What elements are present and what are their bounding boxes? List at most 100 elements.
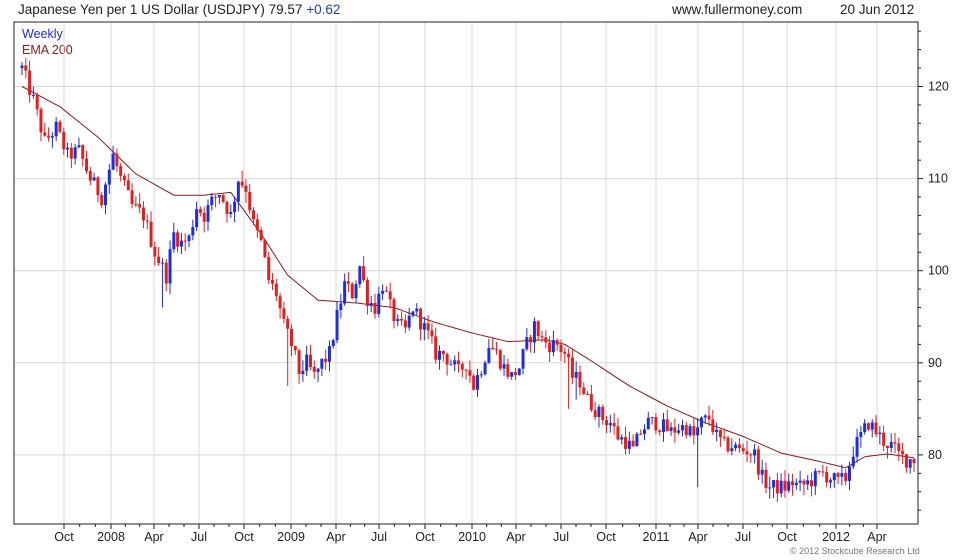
candle-body bbox=[643, 429, 647, 434]
candle-body bbox=[358, 266, 362, 285]
candle-body bbox=[593, 410, 597, 418]
candle-body bbox=[115, 153, 119, 167]
candle-body bbox=[840, 473, 844, 477]
candle-body bbox=[164, 262, 168, 284]
y-tick-label: 80 bbox=[928, 448, 942, 462]
candle-body bbox=[586, 393, 590, 395]
candle-body bbox=[779, 480, 783, 494]
x-tick-label: 2011 bbox=[643, 530, 670, 544]
candle-body bbox=[28, 70, 32, 95]
candle-body bbox=[620, 437, 624, 440]
candle-body bbox=[525, 337, 529, 350]
candle-body bbox=[616, 426, 620, 440]
candle-body bbox=[343, 281, 347, 304]
candle-body bbox=[601, 406, 605, 421]
candle-body bbox=[810, 480, 814, 487]
x-tick-label: Oct bbox=[596, 530, 616, 544]
candle-body bbox=[403, 320, 407, 328]
candle-body bbox=[904, 454, 908, 468]
plot-frame bbox=[13, 21, 919, 525]
candle-body bbox=[487, 347, 491, 363]
candle-body bbox=[692, 426, 696, 436]
candle-body bbox=[244, 185, 248, 192]
candle-body bbox=[316, 368, 320, 372]
candle-body bbox=[548, 342, 552, 353]
candle-body bbox=[47, 135, 51, 138]
candle-body bbox=[415, 308, 419, 312]
candle-body bbox=[85, 158, 89, 172]
candle-body bbox=[426, 323, 430, 331]
candle-body bbox=[696, 427, 700, 436]
candle-body bbox=[627, 440, 631, 449]
candle-body bbox=[267, 257, 271, 281]
candle-body bbox=[445, 354, 449, 365]
candle-body bbox=[874, 422, 878, 435]
candle-body bbox=[513, 372, 517, 376]
candle-body bbox=[320, 358, 324, 369]
candle-body bbox=[92, 177, 96, 181]
candle-body bbox=[248, 191, 252, 211]
x-tick-label: Apr bbox=[144, 530, 163, 544]
candle-body bbox=[183, 240, 187, 242]
candle-body bbox=[570, 357, 574, 378]
gridlines bbox=[14, 22, 918, 524]
candle-body bbox=[31, 94, 35, 96]
candle-body bbox=[369, 302, 373, 306]
candle-body bbox=[555, 340, 559, 345]
x-tick-label: Jul bbox=[735, 530, 751, 544]
candle-body bbox=[411, 311, 415, 316]
candle-body bbox=[753, 449, 757, 456]
candle-body bbox=[157, 256, 161, 264]
candle-body bbox=[912, 459, 916, 464]
candle-body bbox=[126, 180, 130, 191]
candle-body bbox=[396, 318, 400, 322]
candle-body bbox=[783, 480, 787, 491]
candle-body bbox=[202, 212, 206, 222]
candle-body bbox=[217, 194, 221, 198]
candle-body bbox=[521, 349, 525, 369]
candle-body bbox=[639, 433, 643, 435]
candle-body bbox=[354, 284, 358, 299]
candle-body bbox=[62, 131, 66, 150]
candle-body bbox=[195, 209, 199, 228]
candle-body bbox=[107, 169, 111, 185]
candle-body bbox=[271, 280, 275, 284]
candle-body bbox=[749, 454, 753, 456]
candle-body bbox=[491, 347, 495, 350]
candle-body bbox=[384, 290, 388, 292]
candle-body bbox=[897, 443, 901, 452]
candle-body bbox=[832, 473, 836, 481]
candle-body bbox=[297, 350, 301, 375]
candle-body bbox=[802, 480, 806, 485]
candle-body bbox=[468, 370, 472, 376]
candle-body bbox=[825, 472, 829, 483]
candle-body bbox=[684, 425, 688, 436]
candle-body bbox=[305, 354, 309, 371]
price-chart: 80 90 100 110 120 Oct 2008 Apr Jul Oct 2009 Apr Jul O… bbox=[13, 21, 949, 544]
candle-body bbox=[58, 121, 62, 132]
candle-body bbox=[187, 235, 191, 241]
y-tick-label: 120 bbox=[928, 79, 949, 93]
candle-body bbox=[574, 372, 578, 378]
candle-body bbox=[312, 366, 316, 372]
candle-body bbox=[240, 181, 244, 186]
x-tick-label: 2008 bbox=[97, 530, 125, 544]
candle-body bbox=[855, 436, 859, 457]
candle-body bbox=[400, 318, 404, 321]
candle-body bbox=[734, 444, 738, 449]
candle-body bbox=[673, 427, 677, 433]
candle-body bbox=[711, 419, 715, 432]
candle-body bbox=[324, 358, 328, 362]
candle-body bbox=[81, 145, 85, 159]
ema-line bbox=[21, 86, 915, 469]
axes: 80 90 100 110 120 Oct 2008 Apr Jul Oct 2009 Apr Jul O… bbox=[54, 30, 949, 544]
candle-body bbox=[233, 201, 237, 212]
candle-body bbox=[502, 364, 506, 369]
candle-body bbox=[908, 459, 912, 468]
candle-body bbox=[130, 190, 134, 204]
candle-body bbox=[453, 360, 457, 365]
candle-body bbox=[460, 364, 464, 370]
x-tick-label: Apr bbox=[867, 530, 886, 544]
candle-body bbox=[172, 232, 176, 250]
candle-body bbox=[35, 94, 39, 110]
